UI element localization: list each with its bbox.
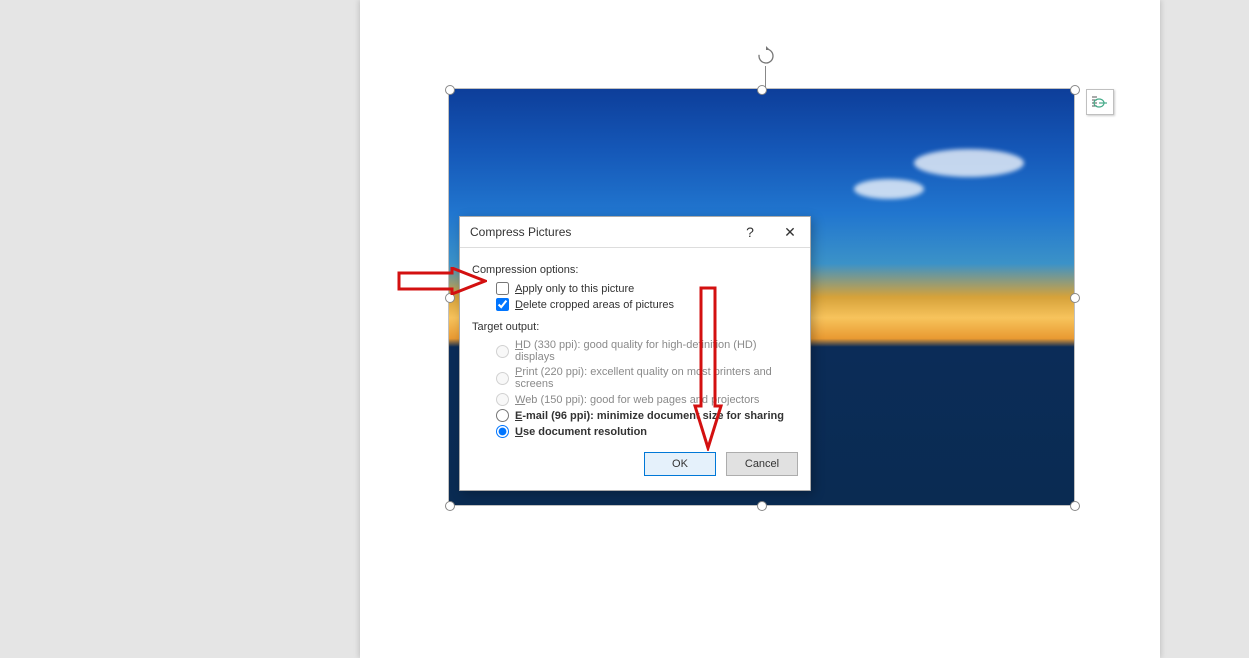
- selection-handle-ml[interactable]: [445, 293, 455, 303]
- hd-option: HD (330 ppi): good quality for high-defi…: [496, 339, 798, 363]
- delete-cropped-label: Delete cropped areas of pictures: [515, 299, 674, 311]
- compress-pictures-dialog: Compress Pictures ? ✕ Compression option…: [459, 216, 811, 491]
- rotate-handle-stem: [765, 66, 766, 88]
- selection-handle-tr[interactable]: [1070, 85, 1080, 95]
- web-radio: [496, 393, 509, 406]
- delete-cropped-option[interactable]: Delete cropped areas of pictures: [496, 298, 798, 311]
- selection-handle-mr[interactable]: [1070, 293, 1080, 303]
- apply-only-option[interactable]: Apply only to this picture: [496, 282, 798, 295]
- web-option: Web (150 ppi): good for web pages and pr…: [496, 393, 798, 406]
- selection-handle-br[interactable]: [1070, 501, 1080, 511]
- cloud-visual: [854, 179, 924, 199]
- docres-option[interactable]: Use document resolution: [496, 425, 798, 438]
- docres-radio[interactable]: [496, 425, 509, 438]
- selection-handle-bl[interactable]: [445, 501, 455, 511]
- web-label: Web (150 ppi): good for web pages and pr…: [515, 394, 759, 406]
- print-label: Print (220 ppi): excellent quality on mo…: [515, 366, 798, 390]
- dialog-titlebar: Compress Pictures ? ✕: [460, 217, 810, 248]
- email-option[interactable]: E-mail (96 ppi): minimize document size …: [496, 409, 798, 422]
- print-option: Print (220 ppi): excellent quality on mo…: [496, 366, 798, 390]
- compression-options-label: Compression options:: [472, 264, 798, 276]
- dialog-title: Compress Pictures: [460, 225, 730, 239]
- dialog-content: Compression options: Apply only to this …: [460, 248, 810, 490]
- cloud-visual: [914, 149, 1024, 177]
- docres-label: Use document resolution: [515, 426, 647, 438]
- ok-button[interactable]: OK: [644, 452, 716, 476]
- hd-radio: [496, 345, 509, 358]
- selection-handle-bm[interactable]: [757, 501, 767, 511]
- email-radio[interactable]: [496, 409, 509, 422]
- selection-handle-tl[interactable]: [445, 85, 455, 95]
- target-output-label: Target output:: [472, 321, 798, 333]
- selection-handle-tm[interactable]: [757, 85, 767, 95]
- print-radio: [496, 372, 509, 385]
- apply-only-checkbox[interactable]: [496, 282, 509, 295]
- dialog-close-button[interactable]: ✕: [770, 217, 810, 247]
- delete-cropped-checkbox[interactable]: [496, 298, 509, 311]
- layout-options-button[interactable]: [1086, 89, 1114, 115]
- email-label: E-mail (96 ppi): minimize document size …: [515, 410, 784, 422]
- dialog-button-row: OK Cancel: [472, 452, 798, 476]
- rotate-handle[interactable]: [756, 46, 776, 66]
- hd-label: HD (330 ppi): good quality for high-defi…: [515, 339, 798, 363]
- dialog-help-button[interactable]: ?: [730, 217, 770, 247]
- cancel-button[interactable]: Cancel: [726, 452, 798, 476]
- apply-only-label: Apply only to this picture: [515, 283, 634, 295]
